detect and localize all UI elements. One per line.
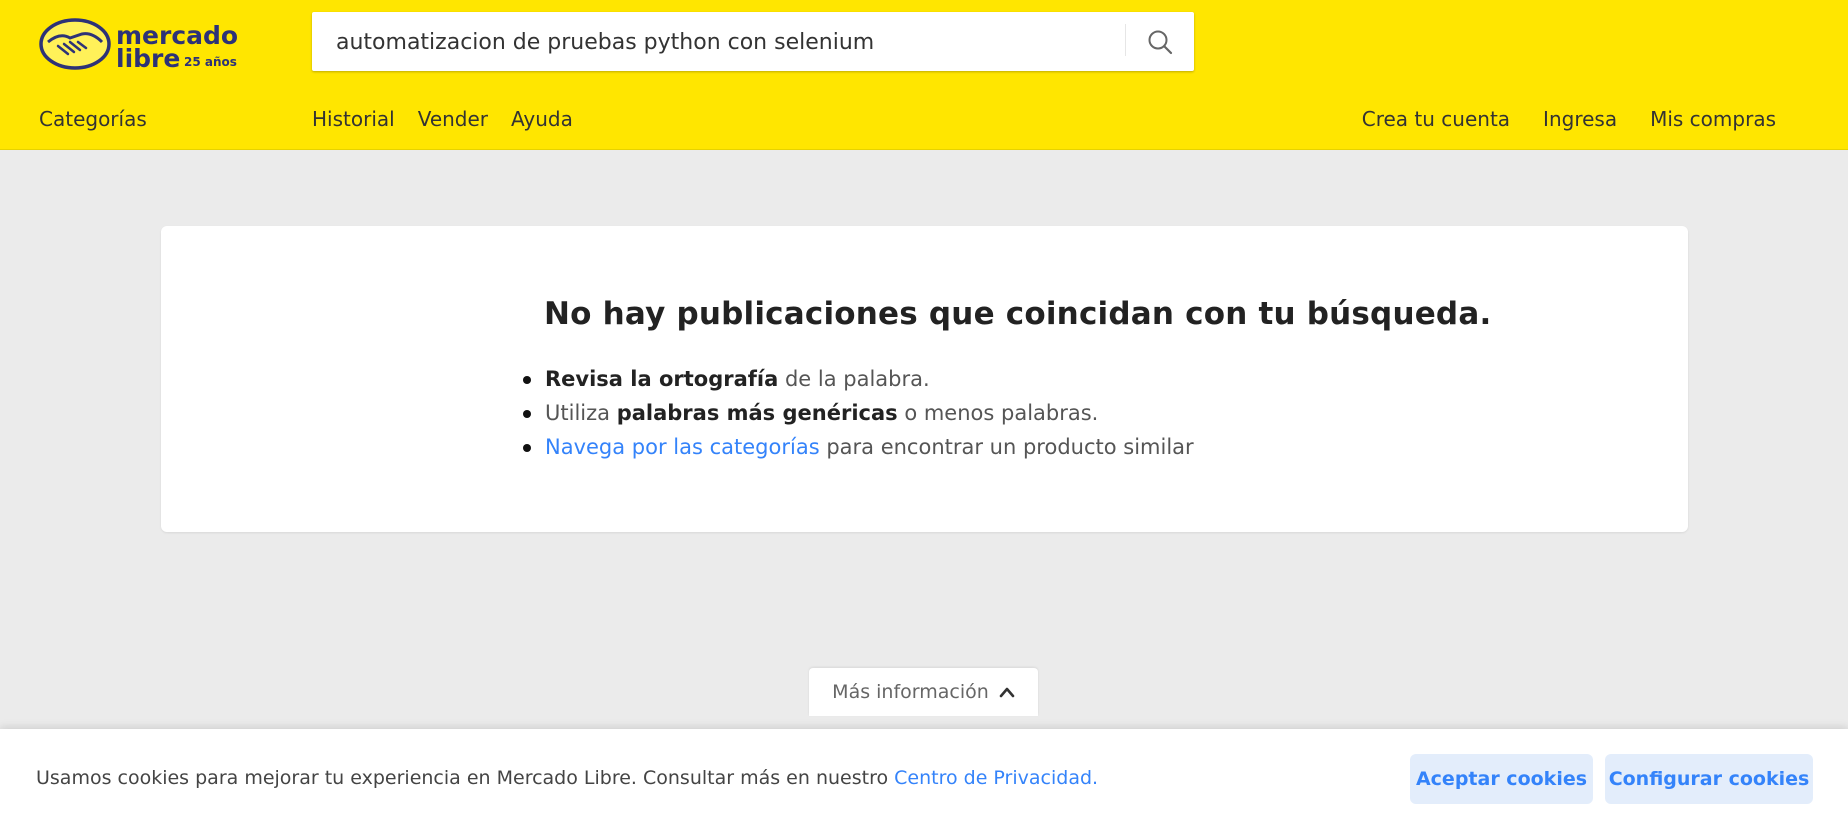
accept-cookies-button[interactable]: Aceptar cookies: [1410, 754, 1593, 804]
nav-crea-cuenta[interactable]: Crea tu cuenta: [1362, 107, 1510, 131]
privacy-center-link[interactable]: Centro de Privacidad.: [894, 767, 1098, 789]
cookie-message: Usamos cookies para mejorar tu experienc…: [36, 767, 1098, 789]
browse-categories-link[interactable]: Navega por las categorías: [545, 435, 820, 459]
suggestion-text: o menos palabras.: [897, 401, 1099, 425]
no-results-card: No hay publicaciones que coincidan con t…: [161, 226, 1688, 532]
svg-text:25 años: 25 años: [184, 55, 237, 69]
header: mercado libre 25 años Categorías Histori…: [0, 0, 1848, 150]
mercadolibre-logo[interactable]: mercado libre 25 años: [38, 16, 243, 72]
configure-cookies-button[interactable]: Configurar cookies: [1605, 754, 1813, 804]
suggestions-list: Revisa la ortografía de la palabra. Util…: [523, 362, 1194, 464]
bullet-icon: [523, 444, 531, 452]
more-info-button[interactable]: Más información: [809, 668, 1038, 716]
suggestion-item: Utiliza palabras más genéricas o menos p…: [523, 396, 1194, 430]
suggestion-text: Utiliza: [545, 401, 617, 425]
bullet-icon: [523, 410, 531, 418]
handshake-icon: [39, 18, 111, 70]
cookie-text: Usamos cookies para mejorar tu experienc…: [36, 767, 895, 789]
chevron-up-icon: [999, 687, 1015, 698]
nav-categorias[interactable]: Categorías: [39, 107, 147, 131]
svg-text:libre: libre: [116, 44, 180, 72]
search-box: [312, 12, 1194, 71]
search-button[interactable]: [1126, 12, 1194, 71]
suggestion-item: Navega por las categorías para encontrar…: [523, 430, 1194, 464]
search-icon: [1148, 30, 1173, 54]
bullet-icon: [523, 376, 531, 384]
suggestion-text: para encontrar un producto similar: [819, 435, 1194, 459]
nav-secondary: Historial Vender Ayuda: [312, 107, 573, 131]
nav-account: Crea tu cuenta Ingresa Mis compras: [1362, 107, 1776, 131]
nav-historial[interactable]: Historial: [312, 107, 395, 131]
nav-ayuda[interactable]: Ayuda: [511, 107, 573, 131]
suggestion-bold: palabras más genéricas: [616, 401, 898, 425]
suggestion-bold: Revisa la ortografía: [545, 367, 779, 391]
nav-mis-compras[interactable]: Mis compras: [1650, 107, 1776, 131]
no-results-title: No hay publicaciones que coincidan con t…: [544, 296, 1492, 332]
suggestion-item: Revisa la ortografía de la palabra.: [523, 362, 1194, 396]
search-input[interactable]: [336, 22, 1126, 62]
suggestion-text: de la palabra.: [778, 367, 930, 391]
nav-vender[interactable]: Vender: [418, 107, 488, 131]
more-info-label: Más información: [832, 681, 989, 703]
nav-ingresa[interactable]: Ingresa: [1543, 107, 1617, 131]
cookie-banner: Usamos cookies para mejorar tu experienc…: [0, 729, 1848, 827]
